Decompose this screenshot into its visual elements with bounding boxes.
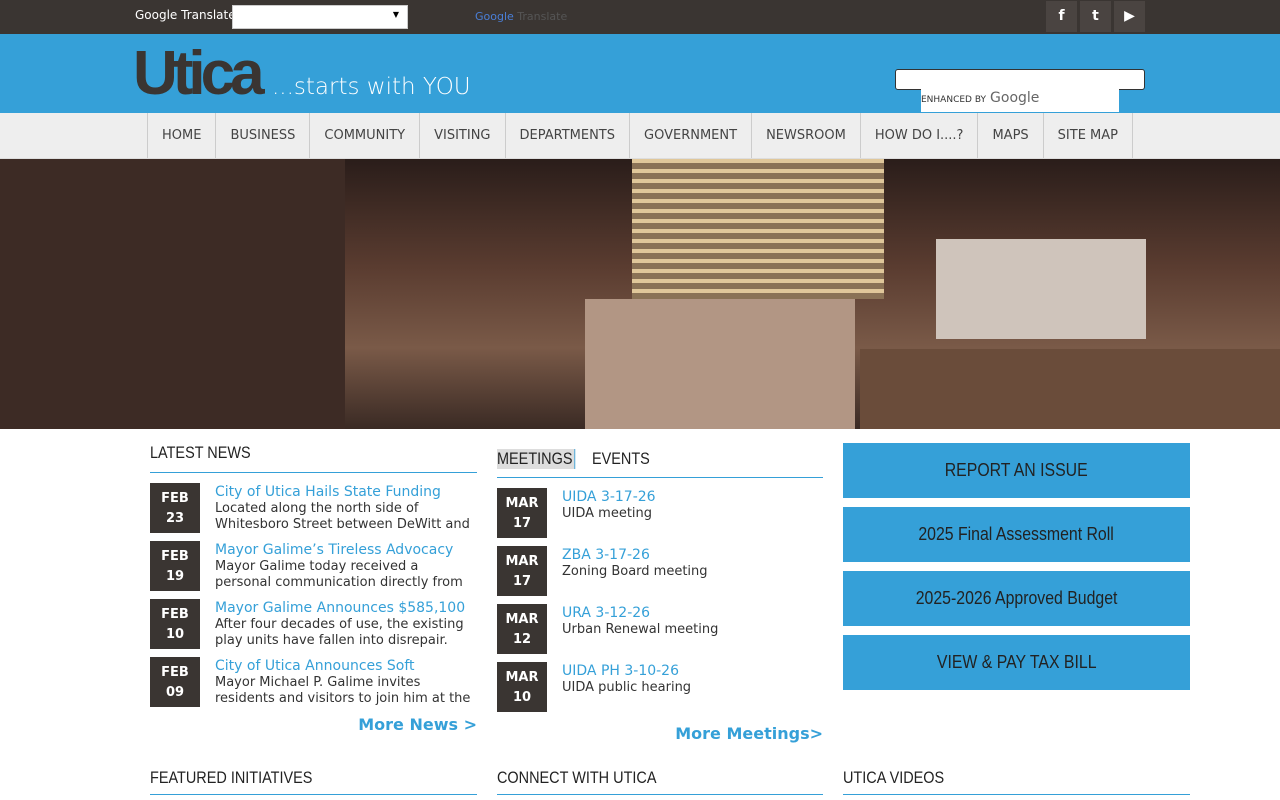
top-bar: Google Translate ▼ Google Translate f t … bbox=[0, 0, 1280, 34]
pay-tax-bill-button[interactable]: VIEW & PAY TAX BILL bbox=[843, 635, 1190, 690]
date-badge: MAR 17 bbox=[497, 546, 547, 596]
more-news-link[interactable]: More News > bbox=[150, 715, 477, 734]
item-title-link[interactable]: Mayor Galime’s Tireless Advocacy bbox=[215, 541, 477, 559]
translate-label: Google Translate bbox=[135, 8, 236, 22]
nav-home[interactable]: HOME bbox=[146, 113, 215, 158]
list-item[interactable]: FEB 09 City of Utica Announces Soft Mayor … bbox=[150, 657, 477, 715]
item-title-link[interactable]: Mayor Galime Announces $585,100 bbox=[215, 599, 477, 617]
report-issue-button[interactable]: REPORT AN ISSUE bbox=[843, 443, 1190, 498]
item-summary: Mayor Michael P. Galime invites resident… bbox=[215, 675, 471, 706]
item-summary: Mayor Galime today received a personal c… bbox=[215, 559, 463, 590]
nav-government[interactable]: GOVERNMENT bbox=[629, 113, 751, 158]
quick-links: REPORT AN ISSUE 2025 Final Assessment Ro… bbox=[843, 443, 1190, 699]
date-badge: MAR 10 bbox=[497, 662, 547, 712]
list-item[interactable]: MAR 17 ZBA 3-17-26 Zoning Board meeting bbox=[497, 546, 823, 604]
logo[interactable]: Utica bbox=[133, 38, 265, 109]
connect-with-utica: CONNECT WITH UTICA bbox=[497, 768, 823, 795]
header: Utica ...starts with YOU ENHANCED BY Goog… bbox=[0, 34, 1280, 113]
nav-how-do-i[interactable]: HOW DO I....? bbox=[859, 113, 978, 158]
list-item[interactable]: FEB 19 Mayor Galime’s Tireless Advocacy Ma… bbox=[150, 541, 477, 599]
item-title-link[interactable]: UIDA 3-17-26 bbox=[562, 488, 656, 506]
chevron-down-icon: ▼ bbox=[392, 10, 399, 19]
news-heading: LATEST NEWS bbox=[150, 443, 251, 462]
item-title-link[interactable]: ZBA 3-17-26 bbox=[562, 546, 708, 564]
list-item[interactable]: MAR 10 UIDA PH 3-10-26 UIDA public hearing bbox=[497, 662, 823, 720]
item-title-link[interactable]: City of Utica Hails State Funding bbox=[215, 483, 477, 501]
utica-videos: UTICA VIDEOS bbox=[843, 768, 1190, 795]
twitter-icon[interactable]: t bbox=[1080, 1, 1111, 32]
item-title-link[interactable]: City of Utica Announces Soft bbox=[215, 657, 477, 675]
list-item[interactable]: FEB 23 City of Utica Hails State Funding L… bbox=[150, 483, 477, 541]
latest-news: LATEST NEWS FEB 23 City of Utica Hails St… bbox=[150, 443, 477, 734]
meetings-events: MEETINGS EVENTS MAR 17 UIDA 3-17-26 UIDA me… bbox=[497, 443, 823, 743]
nav-community[interactable]: COMMUNITY bbox=[309, 113, 419, 158]
facebook-icon[interactable]: f bbox=[1046, 1, 1077, 32]
item-summary: UIDA public hearing bbox=[562, 680, 692, 695]
item-summary: Located along the north side of Whitesbo… bbox=[215, 501, 470, 532]
nav-business[interactable]: BUSINESS bbox=[215, 113, 309, 158]
tagline: ...starts with YOU bbox=[272, 74, 471, 100]
featured-initiatives: FEATURED INITIATIVES bbox=[150, 768, 477, 795]
more-meetings-link[interactable]: More Meetings> bbox=[497, 724, 823, 743]
tab-events[interactable]: EVENTS bbox=[592, 449, 650, 469]
item-summary: After four decades of use, the existing … bbox=[215, 617, 464, 648]
list-item[interactable]: MAR 12 URA 3-12-26 Urban Renewal meeting bbox=[497, 604, 823, 662]
date-badge: FEB 10 bbox=[150, 599, 200, 649]
search-branding: ENHANCED BY Google bbox=[921, 86, 1119, 112]
item-summary: UIDA meeting bbox=[562, 506, 653, 521]
hero-image bbox=[0, 159, 1280, 429]
list-item[interactable]: MAR 17 UIDA 3-17-26 UIDA meeting bbox=[497, 488, 823, 546]
date-badge: FEB 09 bbox=[150, 657, 200, 707]
main-nav: HOME BUSINESS COMMUNITY VISITING DEPARTM… bbox=[0, 113, 1280, 159]
tab-meetings[interactable]: MEETINGS bbox=[497, 449, 576, 469]
nav-newsroom[interactable]: NEWSROOM bbox=[751, 113, 860, 158]
item-summary: Zoning Board meeting bbox=[562, 564, 708, 579]
nav-site-map[interactable]: SITE MAP bbox=[1042, 113, 1133, 158]
item-title-link[interactable]: URA 3-12-26 bbox=[562, 604, 718, 622]
nav-visiting[interactable]: VISITING bbox=[419, 113, 504, 158]
approved-budget-button[interactable]: 2025-2026 Approved Budget bbox=[843, 571, 1190, 626]
date-badge: FEB 23 bbox=[150, 483, 200, 533]
list-item[interactable]: FEB 10 Mayor Galime Announces $585,100 Aft… bbox=[150, 599, 477, 657]
date-badge: FEB 19 bbox=[150, 541, 200, 591]
item-summary: Urban Renewal meeting bbox=[562, 622, 719, 637]
nav-maps[interactable]: MAPS bbox=[977, 113, 1042, 158]
item-title-link[interactable]: UIDA PH 3-10-26 bbox=[562, 662, 691, 680]
youtube-icon[interactable]: ▶ bbox=[1114, 1, 1145, 32]
language-select[interactable]: ▼ bbox=[232, 5, 408, 29]
date-badge: MAR 12 bbox=[497, 604, 547, 654]
assessment-roll-button[interactable]: 2025 Final Assessment Roll bbox=[843, 507, 1190, 562]
date-badge: MAR 17 bbox=[497, 488, 547, 538]
google-translate-brand[interactable]: Google Translate bbox=[475, 10, 567, 23]
nav-departments[interactable]: DEPARTMENTS bbox=[504, 113, 630, 158]
